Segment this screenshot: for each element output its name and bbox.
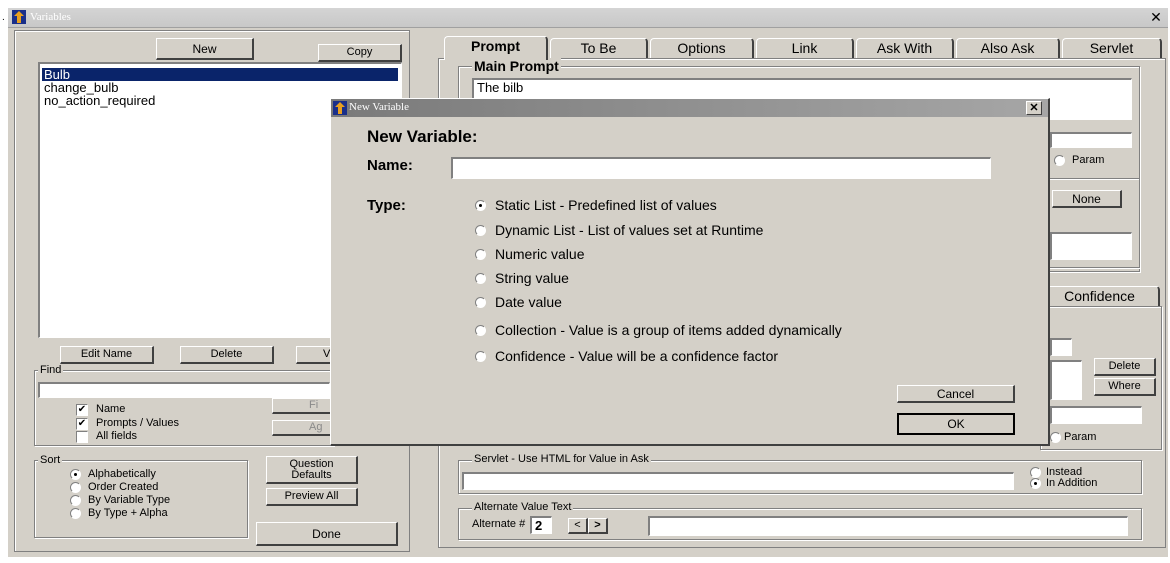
- ok-button[interactable]: OK: [897, 413, 1015, 435]
- find-input[interactable]: [38, 382, 330, 398]
- prompts-values-label: Prompts / Values: [96, 417, 179, 429]
- numeric-value-label: Numeric value: [495, 246, 585, 262]
- sort-type-alpha-label: By Type + Alpha: [88, 507, 168, 519]
- done-button[interactable]: Done: [256, 522, 398, 546]
- confidence-list[interactable]: [1050, 360, 1082, 400]
- numeric-value-radio[interactable]: [475, 249, 486, 260]
- servlet-input[interactable]: [462, 472, 1014, 490]
- main-prompt-label: Main Prompt: [472, 58, 561, 74]
- cancel-button[interactable]: Cancel: [897, 385, 1015, 403]
- param-label: Param: [1072, 154, 1105, 166]
- string-value-label: String value: [495, 270, 569, 286]
- tab-link[interactable]: Link: [756, 38, 854, 58]
- sort-variable-type-label: By Variable Type: [88, 494, 171, 506]
- type-label: Type:: [367, 197, 406, 214]
- tab-servlet[interactable]: Servlet: [1062, 38, 1162, 58]
- sort-order-created-radio[interactable]: [70, 482, 81, 493]
- edit-name-button[interactable]: Edit Name: [60, 346, 154, 364]
- param-radio[interactable]: [1054, 155, 1065, 166]
- param-radio-2[interactable]: [1050, 432, 1061, 443]
- param-label-2: Param: [1064, 431, 1097, 443]
- variable-name-input[interactable]: [451, 157, 991, 179]
- close-icon[interactable]: ✕: [1148, 9, 1164, 25]
- copy-button[interactable]: Copy: [318, 44, 402, 62]
- question-defaults-button[interactable]: Question Defaults: [266, 456, 358, 484]
- date-value-radio[interactable]: [475, 297, 486, 308]
- in-addition-radio[interactable]: [1030, 478, 1041, 489]
- dynamic-list-radio[interactable]: [475, 225, 486, 236]
- alternate-number-label: Alternate #: [472, 518, 526, 530]
- edge-marker: .: [2, 12, 5, 23]
- prompts-values-checkbox[interactable]: ✔: [76, 418, 88, 430]
- dialog-titlebar: New Variable ✕: [331, 99, 1048, 117]
- confidence-label: Confidence - Value will be a confidence …: [495, 348, 779, 364]
- name-checkbox[interactable]: ✔: [76, 404, 88, 416]
- find-button[interactable]: Fi: [272, 398, 332, 414]
- tab-options[interactable]: Options: [650, 38, 754, 58]
- dialog-title: New Variable: [349, 101, 409, 113]
- window-title: Variables: [30, 11, 71, 23]
- alternate-label: Alternate Value Text: [472, 501, 574, 513]
- tab-ask-with[interactable]: Ask With: [856, 38, 954, 58]
- static-list-label: Static List - Predefined list of values: [495, 197, 717, 213]
- tab-prompt[interactable]: Prompt: [444, 36, 548, 60]
- find-again-button[interactable]: Ag: [272, 420, 332, 436]
- sort-alphabetically-label: Alphabetically: [88, 468, 156, 480]
- tab-also-ask[interactable]: Also Ask: [956, 38, 1060, 58]
- confidence-input-2[interactable]: [1050, 406, 1142, 424]
- sort-label: Sort: [38, 454, 63, 466]
- preview-all-button[interactable]: Preview All: [266, 488, 358, 506]
- alternate-value-input[interactable]: [648, 516, 1128, 536]
- sort-type-alpha-radio[interactable]: [70, 508, 81, 519]
- alternate-number-input[interactable]: 2: [530, 516, 552, 534]
- date-value-label: Date value: [495, 294, 562, 310]
- collection-label: Collection - Value is a group of items a…: [495, 322, 842, 338]
- window-titlebar: Variables ✕: [8, 8, 1168, 28]
- dialog-close-icon[interactable]: ✕: [1026, 101, 1042, 115]
- instead-radio[interactable]: [1030, 467, 1041, 478]
- static-list-radio[interactable]: [475, 200, 486, 211]
- tab-to-be[interactable]: To Be: [550, 38, 648, 58]
- tab-confidence[interactable]: Confidence: [1040, 286, 1160, 306]
- string-value-radio[interactable]: [475, 273, 486, 284]
- delete-confidence-button[interactable]: Delete: [1094, 358, 1156, 376]
- next-alternate-button[interactable]: >: [588, 518, 608, 534]
- previous-alternate-button[interactable]: <: [568, 518, 588, 534]
- all-fields-checkbox[interactable]: [76, 431, 88, 443]
- prompt-side-input[interactable]: [1050, 132, 1132, 148]
- none-button[interactable]: None: [1052, 190, 1122, 208]
- in-addition-label: In Addition: [1046, 477, 1098, 489]
- all-fields-label: All fields: [96, 430, 137, 442]
- servlet-label: Servlet - Use HTML for Value in Ask: [472, 453, 651, 465]
- where-button[interactable]: Where: [1094, 378, 1156, 396]
- prompt-side-input-2[interactable]: [1050, 232, 1132, 260]
- confidence-radio[interactable]: [475, 351, 486, 362]
- name-checkbox-label: Name: [96, 403, 126, 415]
- app-icon: [333, 101, 347, 115]
- delete-variable-button[interactable]: Delete: [180, 346, 274, 364]
- new-variable-dialog: New Variable ✕ New Variable: Name: Type:…: [330, 98, 1050, 446]
- name-label: Name:: [367, 157, 413, 174]
- dynamic-list-label: Dynamic List - List of values set at Run…: [495, 222, 764, 238]
- confidence-input[interactable]: [1050, 338, 1072, 356]
- sort-order-created-label: Order Created: [88, 481, 159, 493]
- dialog-heading: New Variable:: [367, 127, 478, 146]
- find-label: Find: [38, 364, 64, 376]
- new-button[interactable]: New: [156, 38, 254, 60]
- sort-variable-type-radio[interactable]: [70, 495, 81, 506]
- app-icon: [12, 10, 26, 24]
- sort-alphabetically-radio[interactable]: [70, 469, 81, 480]
- collection-radio[interactable]: [475, 325, 486, 336]
